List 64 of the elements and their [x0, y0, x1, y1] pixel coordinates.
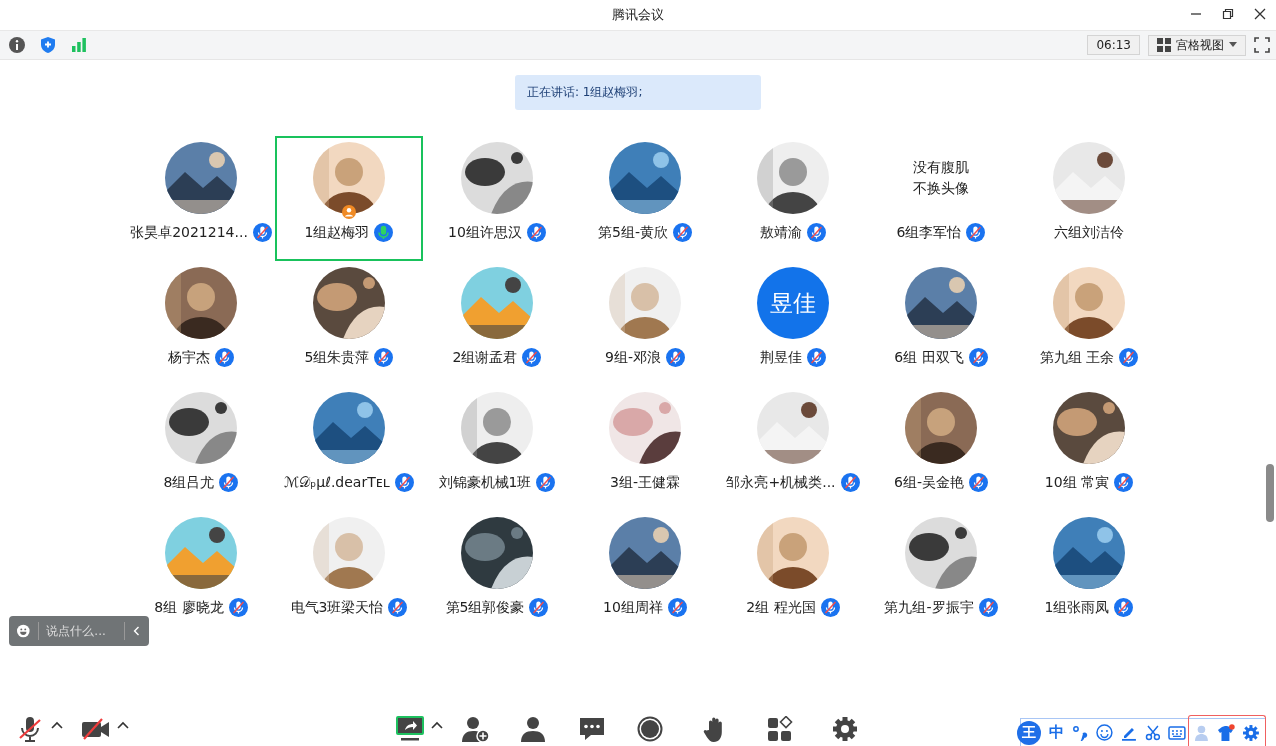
participant-name: 3组-王健霖 — [610, 473, 680, 492]
punctuation-icon[interactable] — [1071, 724, 1088, 741]
participant-name: 杨宇杰 — [168, 348, 210, 367]
chat-input-field[interactable]: 说点什么... — [46, 624, 117, 638]
participant-name: 荆昱佳 — [760, 348, 802, 367]
participant-name: 第5组-黄欣 — [598, 223, 668, 242]
participant-name: 8组 廖晓龙 — [154, 598, 224, 617]
participant-name: 邹永亮+机械类... — [726, 473, 836, 492]
avatar-text: 没有腹肌 不换头像 — [912, 158, 970, 198]
info-icon[interactable] — [8, 36, 26, 54]
shirt-icon[interactable] — [1217, 724, 1236, 741]
view-button[interactable]: 宫格视图 — [1148, 34, 1246, 56]
video-off-button[interactable] — [81, 716, 111, 742]
caret-icon[interactable] — [117, 721, 129, 729]
selected-tile[interactable]: 1组赵梅羽 — [275, 136, 423, 261]
participant-name: 5组朱贵萍 — [304, 348, 370, 367]
caret-icon[interactable] — [431, 721, 443, 729]
participant-name: 六组刘洁伶 — [1054, 223, 1124, 242]
participant-name: 8组吕尤 — [163, 473, 215, 492]
participant-name: 6组 田双飞 — [894, 348, 964, 367]
fullscreen-icon[interactable] — [1254, 37, 1270, 53]
caret-icon — [1229, 42, 1237, 48]
participant-name: 1组张雨凤 — [1044, 598, 1110, 617]
keyboard-icon[interactable] — [1168, 725, 1187, 740]
emoji-icon[interactable] — [17, 623, 30, 639]
scrollbar[interactable] — [1266, 464, 1274, 522]
shield-icon[interactable] — [39, 36, 57, 54]
settings-button[interactable] — [830, 716, 860, 742]
share-screen-button[interactable] — [395, 716, 425, 742]
emoji-icon[interactable] — [1095, 724, 1113, 741]
participant-name: 刘锦豪机械1班 — [438, 473, 532, 492]
participant-name: 第5组郭俊豪 — [445, 598, 525, 617]
participant-name: 2组谢孟君 — [452, 348, 518, 367]
window-title: 腾讯会议 — [612, 6, 664, 24]
participant-name: 敖靖渝 — [760, 223, 802, 242]
scissors-icon[interactable] — [1144, 724, 1161, 741]
participant-name: 2组 程光国 — [746, 598, 816, 617]
meeting-timer: 06:13 — [1087, 35, 1140, 55]
ime-logo[interactable]: 王 — [1017, 720, 1041, 745]
participant-name: 6组李军怡 — [896, 223, 962, 242]
collapse-icon[interactable] — [133, 625, 141, 637]
record-button[interactable] — [635, 716, 665, 742]
participant-name: 第九组 王余 — [1039, 348, 1115, 367]
invite-button[interactable] — [461, 716, 491, 742]
close-icon[interactable] — [1254, 8, 1266, 20]
avatar-initials: 昱佳 — [757, 267, 829, 339]
participant-name: 电气3班梁天怡 — [290, 598, 384, 617]
participant-name: 第九组-罗振宇 — [884, 598, 974, 617]
participant-name: 10组周祥 — [603, 598, 663, 617]
participant-name: 9组-邓浪 — [605, 348, 661, 367]
chat-button[interactable] — [577, 716, 607, 742]
participant-name: 1组赵梅羽 — [304, 223, 370, 242]
participant-name: 张昊卓2021214... — [130, 223, 248, 242]
grid-icon — [1157, 38, 1171, 52]
apps-button[interactable] — [765, 716, 795, 742]
caret-icon[interactable] — [51, 721, 63, 729]
participant-name: ℳ𝒟ₚμℓ.dearTᴇʟ — [284, 473, 390, 492]
speaking-banner: 正在讲话: 1组赵梅羽; — [515, 75, 761, 110]
ime-mode-toggle[interactable]: 中 — [1048, 723, 1064, 742]
participant-name: 10组许思汉 — [448, 223, 522, 242]
participant-name: 10组 常寅 — [1044, 473, 1110, 492]
restore-icon[interactable] — [1222, 8, 1234, 20]
settings-icon[interactable] — [1243, 724, 1259, 741]
participant-name: 6组-吴金艳 — [894, 473, 964, 492]
